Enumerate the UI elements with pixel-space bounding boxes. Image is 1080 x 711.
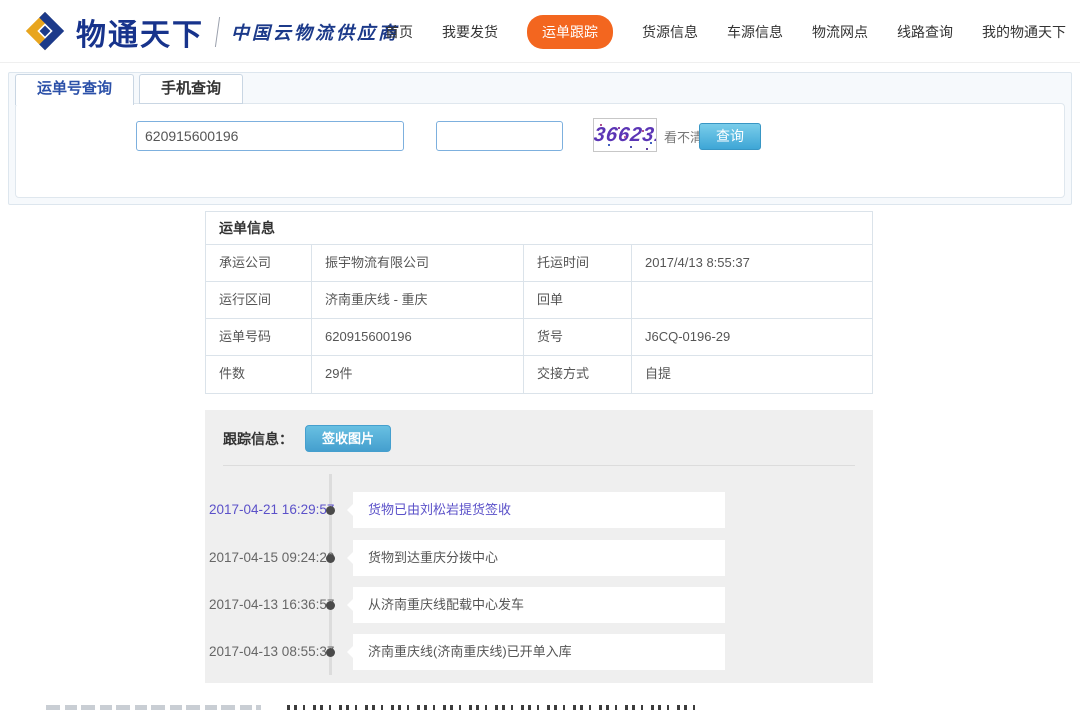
brand-name: 物通天下 [76,10,204,54]
event-timestamp: 2017-04-13 08:55:37 [209,634,309,670]
timeline-entry: 2017-04-13 16:36:57 从济南重庆线配载中心发车 [205,587,873,623]
event-timestamp: 2017-04-15 09:24:20 [209,540,309,576]
tracking-header: 跟踪信息： 签收图片 [223,425,391,452]
event-text: 货物到达重庆分拨中心 [353,540,725,576]
event-text: 济南重庆线(济南重庆线)已开单入库 [353,634,725,670]
row-value: 620915600196 [312,319,524,355]
tab-waybill-query[interactable]: 运单号查询 [15,74,134,105]
tab-phone-query[interactable]: 手机查询 [139,74,243,104]
nav-item-cargo-info[interactable]: 货源信息 [642,22,698,42]
timeline-entry: 2017-04-21 16:29:57 货物已由刘松岩提货签收 [205,492,873,528]
receipt-image-button[interactable]: 签收图片 [305,425,391,452]
timeline-dot-icon [326,506,335,515]
timeline-entry: 2017-04-13 08:55:37 济南重庆线(济南重庆线)已开单入库 [205,634,873,670]
table-row: 运行区间 济南重庆线 - 重庆 回单 [206,282,872,319]
row-label: 运单号码 [206,319,312,355]
waybill-number-input[interactable] [136,121,404,151]
row-label: 承运公司 [206,245,312,281]
tracking-title: 跟踪信息： [223,429,293,449]
brand-logo-icon [22,9,68,55]
event-timestamp: 2017-04-21 16:29:57 [209,492,309,528]
footer-cutoff-grey-fragment [46,705,261,710]
nav-item-outlets[interactable]: 物流网点 [812,22,868,42]
footer-cutoff-dark-fragment [287,705,702,710]
row-value: 自提 [632,356,872,393]
phone-input[interactable] [436,121,563,151]
nav-item-route-query[interactable]: 线路查询 [897,22,953,42]
brand-separator [215,17,220,47]
row-label: 件数 [206,356,312,393]
row-value: 振宇物流有限公司 [312,245,524,281]
footer-cutoff-text [0,703,1080,711]
query-form: 366231 看不清 查询 [15,103,1065,198]
row-label: 运行区间 [206,282,312,318]
row-value: 29件 [312,356,524,393]
nav-item-home[interactable]: 首页 [385,22,413,42]
row-value: 2017/4/13 8:55:37 [632,245,872,281]
captcha-refresh-link[interactable]: 看不清 [664,127,703,146]
row-value: J6CQ-0196-29 [632,319,872,355]
tracking-panel: 跟踪信息： 签收图片 2017-04-21 16:29:57 货物已由刘松岩提货… [205,410,873,683]
table-row: 承运公司 振宇物流有限公司 托运时间 2017/4/13 8:55:37 [206,245,872,282]
captcha-image[interactable]: 366231 [593,118,657,152]
nav-item-track[interactable]: 运单跟踪 [527,15,613,49]
page: 物通天下 中国云物流供应商 首页 我要发货 运单跟踪 货源信息 车源信息 物流网… [0,0,1080,711]
divider [223,465,855,466]
query-button[interactable]: 查询 [699,123,761,150]
timeline-dot-icon [326,648,335,657]
timeline-dot-icon [326,601,335,610]
query-tabs: 运单号查询 手机查询 [15,74,243,105]
row-value: 济南重庆线 - 重庆 [312,282,524,318]
main-nav: 首页 我要发货 运单跟踪 货源信息 车源信息 物流网点 线路查询 我的物通天下 [385,0,1066,63]
table-row: 件数 29件 交接方式 自提 [206,356,872,393]
timeline-entry: 2017-04-15 09:24:20 货物到达重庆分拨中心 [205,540,873,576]
timeline-dot-icon [326,554,335,563]
nav-item-ship[interactable]: 我要发货 [442,22,498,42]
waybill-table-title: 运单信息 [206,212,872,245]
captcha-code: 366231 [593,119,657,151]
row-label: 货号 [524,319,632,355]
event-text: 货物已由刘松岩提货签收 [353,492,725,528]
row-label: 托运时间 [524,245,632,281]
event-text: 从济南重庆线配载中心发车 [353,587,725,623]
row-value [632,282,872,318]
event-timestamp: 2017-04-13 16:36:57 [209,587,309,623]
row-label: 交接方式 [524,356,632,393]
query-panel: 运单号查询 手机查询 366231 看不清 查询 [8,72,1072,205]
waybill-info-table: 运单信息 承运公司 振宇物流有限公司 托运时间 2017/4/13 8:55:3… [205,211,873,394]
table-row: 运单号码 620915600196 货号 J6CQ-0196-29 [206,319,872,356]
nav-item-truck-info[interactable]: 车源信息 [727,22,783,42]
nav-item-my-account[interactable]: 我的物通天下 [982,22,1066,42]
brand-tagline: 中国云物流供应商 [231,19,399,45]
row-label: 回单 [524,282,632,318]
brand: 物通天下 中国云物流供应商 [22,0,399,63]
header: 物通天下 中国云物流供应商 首页 我要发货 运单跟踪 货源信息 车源信息 物流网… [0,0,1080,63]
